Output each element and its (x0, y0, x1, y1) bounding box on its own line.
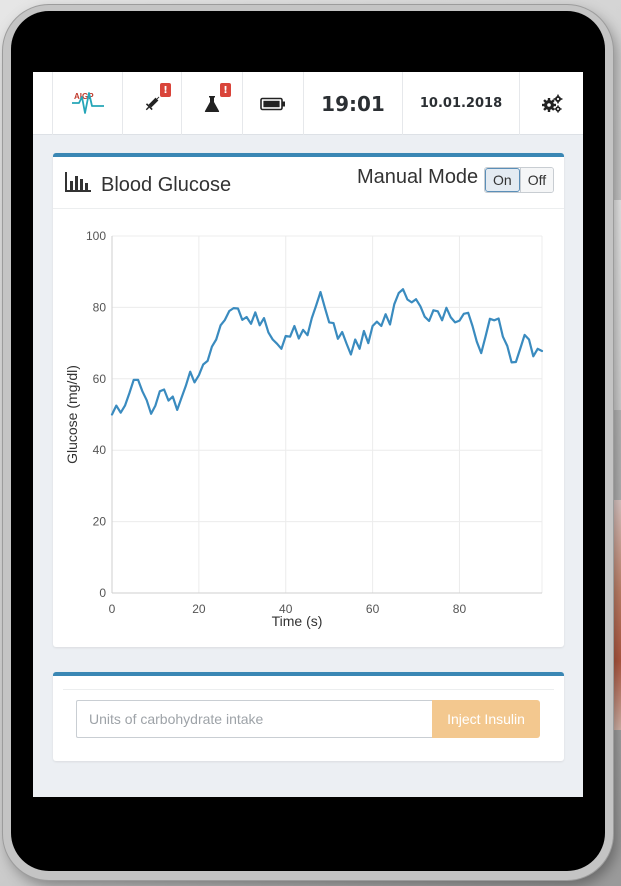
toggle-off-button[interactable]: Off (519, 168, 554, 192)
manual-mode-toggle[interactable]: On Off (484, 167, 555, 193)
gears-icon[interactable] (541, 94, 563, 114)
battery-icon (260, 97, 285, 110)
y-axis-label: Glucose (mg/dl) (64, 365, 80, 464)
carb-intake-input[interactable] (76, 700, 432, 738)
x-axis-label: Time (s) (272, 613, 323, 629)
inject-insulin-button[interactable]: Inject Insulin (432, 700, 540, 738)
y-tick-label: 40 (93, 443, 107, 457)
manual-mode-label: Manual Mode (357, 166, 479, 188)
x-tick-label: 80 (453, 602, 467, 616)
settings-cell[interactable] (519, 72, 583, 135)
x-tick-label: 20 (192, 602, 206, 616)
clock-cell: 19:01 (303, 72, 402, 135)
y-tick-label: 100 (86, 229, 106, 243)
panel-title: Blood Glucose (101, 174, 232, 196)
date-cell: 10.01.2018 (402, 72, 519, 135)
y-tick-label: 80 (93, 300, 107, 314)
x-tick-label: 60 (366, 602, 380, 616)
glucose-chart: 0204060801000 20 40 60 80Time (s)Glucose (mg… (64, 229, 544, 629)
bar-chart-icon (65, 172, 91, 192)
lab-alert-badge: ! (220, 83, 231, 97)
current-date: 10.01.2018 (419, 96, 503, 111)
blood-glucose-panel: Blood Glucose Manual Mode On Off 0 20 40 60… (53, 153, 564, 647)
y-tick-label: 0 (99, 586, 106, 600)
toggle-on-button[interactable]: On (485, 168, 520, 192)
clock-time: 19:01 (321, 91, 385, 116)
y-tick-label: 20 (93, 515, 107, 529)
app-screen: AIGP ! ! 19:01 10.01.2018 Blood Glucose … (33, 72, 583, 797)
flask-icon (204, 95, 220, 112)
syringe-icon (145, 96, 160, 110)
panel-header: Blood Glucose Manual Mode On Off (53, 157, 564, 209)
x-tick-label: 0 (109, 602, 116, 616)
status-bar: AIGP ! ! 19:01 10.01.2018 (33, 72, 583, 135)
insulin-status-cell[interactable]: ! (122, 72, 181, 135)
lab-status-cell[interactable]: ! (181, 72, 242, 135)
status-bar-spacer (33, 72, 52, 135)
panel-divider (63, 689, 554, 690)
glucose-series-line (110, 288, 544, 416)
syringe-alert-badge: ! (160, 83, 171, 97)
logo-cell[interactable]: AIGP (52, 72, 122, 135)
battery-cell[interactable] (242, 72, 303, 135)
y-tick-label: 60 (93, 372, 107, 386)
aigp-logo-icon: AIGP (71, 92, 104, 114)
insulin-panel: Inject Insulin (53, 672, 564, 761)
